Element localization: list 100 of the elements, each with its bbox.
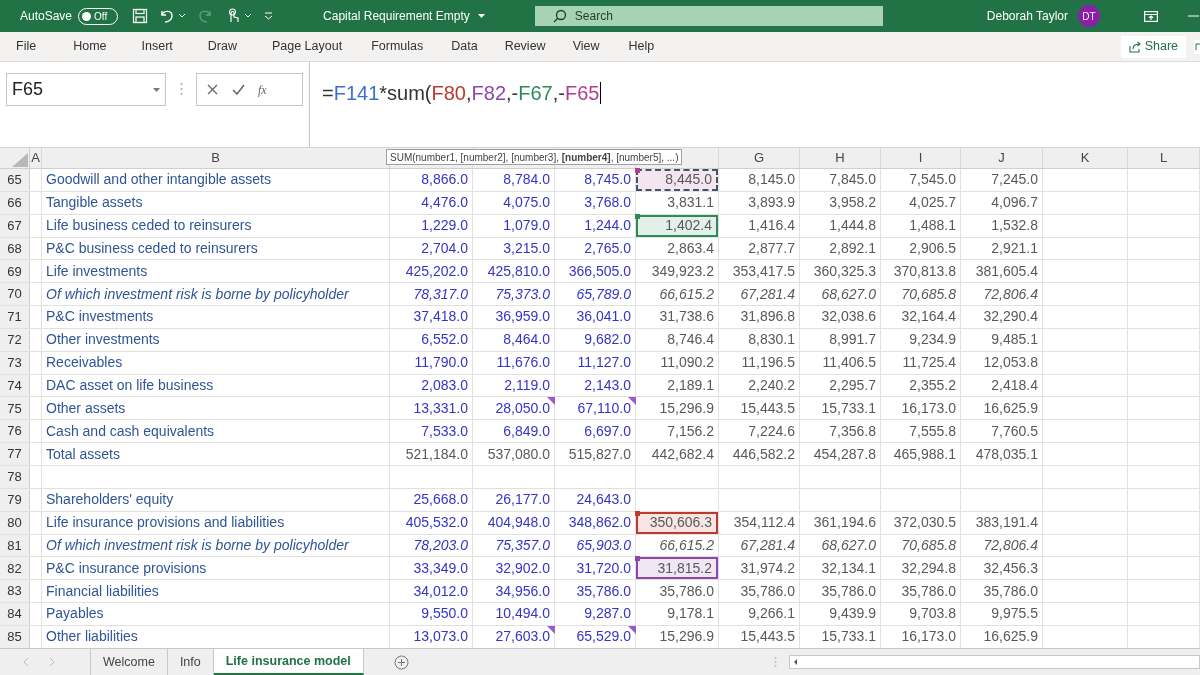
table-cell-text: 3,958.2 xyxy=(829,193,876,213)
horizontal-scrollbar[interactable] xyxy=(788,655,1200,669)
table-cell-text: 32,902.0 xyxy=(495,558,550,578)
sheet-tab[interactable]: Info xyxy=(167,649,214,675)
table-cell-text: 9,485.1 xyxy=(991,330,1038,350)
reference-handle[interactable] xyxy=(635,168,640,173)
table-cell-text: 31,720.0 xyxy=(576,558,631,578)
row-label: Other investments xyxy=(46,330,160,350)
user-avatar[interactable]: DT xyxy=(1078,5,1100,27)
ribbon-display-icon[interactable] xyxy=(1144,10,1158,22)
table-cell-text: 11,676.0 xyxy=(496,353,550,373)
reference-handle[interactable] xyxy=(635,556,640,562)
table-cell-text: 11,196.5 xyxy=(741,353,795,373)
menu-tab[interactable]: Help xyxy=(628,37,655,56)
menu-tab[interactable]: View xyxy=(572,37,600,56)
share-icon[interactable] xyxy=(1128,40,1141,53)
caret-icon[interactable] xyxy=(178,13,187,19)
column-header[interactable]: I xyxy=(918,148,923,168)
table-cell-text: 13,073.0 xyxy=(413,627,468,647)
name-box[interactable]: F65 xyxy=(6,73,166,106)
table-cell-text: 2,143.0 xyxy=(584,376,631,395)
sheet-tab[interactable]: Welcome xyxy=(91,649,168,675)
row-label: DAC asset on life business xyxy=(46,376,214,395)
search-field[interactable]: Search xyxy=(534,6,883,26)
table-cell-text: 381,605.4 xyxy=(975,261,1038,281)
table-cell-text: 1,532.8 xyxy=(991,216,1038,236)
cancel-icon[interactable] xyxy=(207,84,218,95)
row-label: Other liabilities xyxy=(46,627,138,647)
column-header[interactable]: G xyxy=(753,148,765,168)
column-header[interactable]: B xyxy=(211,148,220,168)
table-cell-text: 4,075.0 xyxy=(503,193,550,213)
table-cell-text: 34,012.0 xyxy=(413,581,468,601)
table-cell-text: 8,745.0 xyxy=(584,170,631,190)
menu-tab[interactable]: Insert xyxy=(141,37,173,56)
table-cell-text: 66,615.2 xyxy=(659,535,714,555)
reference-handle[interactable] xyxy=(635,213,640,219)
table-cell-text: 370,813.8 xyxy=(893,261,956,281)
row-label: Life investments xyxy=(46,261,148,281)
table-cell-text: 8,145.0 xyxy=(748,170,795,190)
customize-toolbar-icon[interactable] xyxy=(264,12,274,20)
table-cell-text: 70,685.8 xyxy=(901,284,956,304)
caret-icon[interactable] xyxy=(477,13,485,19)
table-cell-text: 75,357.0 xyxy=(495,535,550,555)
table-cell-text: 15,443.5 xyxy=(740,398,795,418)
save-icon[interactable] xyxy=(132,8,149,24)
menu-tab[interactable]: Page Layout xyxy=(271,37,343,56)
drag-handle-icon[interactable] xyxy=(180,82,183,96)
column-header[interactable]: K xyxy=(1080,148,1090,168)
table-cell-text: 2,877.7 xyxy=(748,238,795,258)
table-cell-text: 2,863.4 xyxy=(667,238,714,258)
table-cell-text: 35,786.0 xyxy=(740,581,795,601)
menu-tab[interactable]: Home xyxy=(73,37,107,56)
column-header[interactable]: A xyxy=(31,148,40,168)
table-cell-text: 31,738.6 xyxy=(659,307,714,327)
table-cell-text: 11,406.5 xyxy=(822,353,876,373)
touch-mode-icon[interactable] xyxy=(226,8,241,24)
row-label: Of which investment risk is borne by policyholder xyxy=(46,284,349,304)
document-title[interactable]: Capital Requirement Empty xyxy=(323,7,485,25)
table-cell-text: 2,921.1 xyxy=(991,238,1038,258)
table-cell-text: 78,203.0 xyxy=(413,535,468,555)
table-cell-text: 65,529.0 xyxy=(576,627,631,647)
column-header[interactable]: H xyxy=(835,148,845,168)
table-cell-text: 75,373.0 xyxy=(495,284,550,304)
share-button[interactable]: Share xyxy=(1120,35,1186,58)
row-label: Goodwill and other intangible assets xyxy=(46,170,271,190)
table-cell-text: 11,127.0 xyxy=(577,353,631,373)
table-cell-text: 72,806.4 xyxy=(983,284,1038,304)
menu-tab[interactable]: Draw xyxy=(207,37,237,56)
table-cell-text: 383,191.4 xyxy=(975,513,1038,533)
table-cell-text: 67,110.0 xyxy=(577,398,631,418)
table-cell-text: 478,035.1 xyxy=(975,444,1038,464)
caret-icon[interactable] xyxy=(244,13,253,19)
sheet-tab[interactable]: Life insurance model xyxy=(213,649,364,675)
table-cell-text: 9,266.1 xyxy=(748,604,795,624)
table-cell-text: 9,975.5 xyxy=(991,604,1038,624)
table-cell-text: 1,444.8 xyxy=(829,216,876,236)
table-cell-text: 8,445.0 xyxy=(665,170,712,190)
table-cell-text: 9,682.0 xyxy=(584,330,631,350)
table-cell-text: 6,849.0 xyxy=(503,421,550,441)
autosave-label: AutoSave xyxy=(20,8,73,25)
menu-tab[interactable]: Data xyxy=(451,37,478,56)
table-cell-text: 35,786.0 xyxy=(576,581,631,601)
insert-function-button[interactable]: fx xyxy=(258,80,267,99)
enter-icon[interactable] xyxy=(232,84,245,95)
table-cell-text: 36,959.0 xyxy=(495,307,550,327)
column-header[interactable]: L xyxy=(1159,148,1168,168)
table-cell-text: 354,112.4 xyxy=(733,513,795,533)
formula-text[interactable]: =F141*sum(F80,F82,-F67,-F65 xyxy=(322,82,602,104)
menu-tab[interactable]: Review xyxy=(504,37,546,56)
menu-tab[interactable]: File xyxy=(16,37,37,56)
table-cell-text: 15,733.1 xyxy=(821,627,876,647)
table-cell-text: 24,643.0 xyxy=(576,490,631,510)
table-cell-text: 7,245.0 xyxy=(991,170,1038,190)
table-cell-text: 361,194.6 xyxy=(813,513,876,533)
reference-handle[interactable] xyxy=(635,510,640,516)
menu-tab[interactable]: Formulas xyxy=(371,37,424,56)
table-cell-text: 11,790.0 xyxy=(414,353,468,373)
table-cell-text: 15,296.9 xyxy=(659,398,714,418)
column-header[interactable]: J xyxy=(998,148,1005,168)
table-cell-text: 4,096.7 xyxy=(991,193,1038,213)
